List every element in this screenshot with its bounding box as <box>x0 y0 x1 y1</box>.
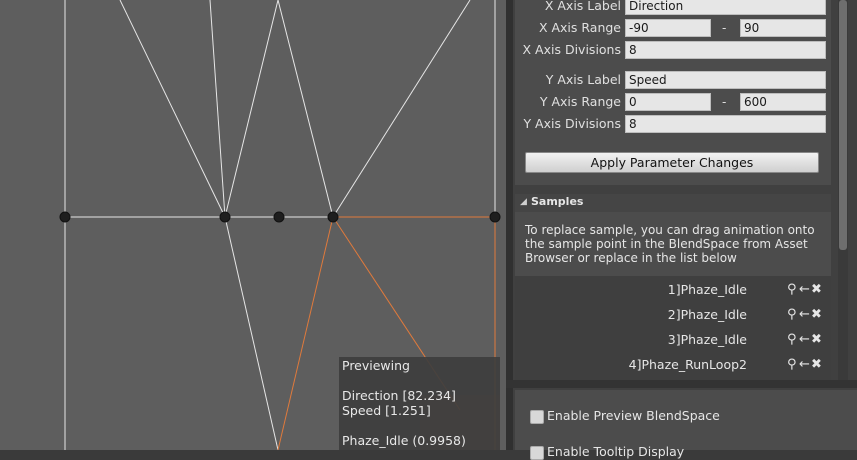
enable-preview-label: Enable Preview BlendSpace <box>547 408 720 423</box>
x-axis-label-input[interactable]: Direction <box>625 0 826 15</box>
x-axis-divisions-row: X Axis Divisions 8 <box>515 40 831 60</box>
x-axis-max-input[interactable]: 90 <box>740 19 826 37</box>
x-axis-range-row: X Axis Range -90 - 90 <box>515 18 831 38</box>
sample-row[interactable]: 3]Phaze_Idle ⚲ ← ✖ <box>515 328 831 353</box>
y-axis-range-row: Y Axis Range 0 - 600 <box>515 92 831 112</box>
sample-row[interactable]: 4]Phaze_RunLoop2 ⚲ ← ✖ <box>515 353 831 378</box>
sample-row[interactable]: 2]Phaze_Idle ⚲ ← ✖ <box>515 303 831 328</box>
samples-header[interactable]: ◢ Samples <box>515 194 831 212</box>
samples-description: To replace sample, you can drag animatio… <box>525 223 815 265</box>
preview-tooltip: Previewing Direction [82.234] Speed [1.2… <box>339 357 500 450</box>
y-axis-divisions-row: Y Axis Divisions 8 <box>515 114 831 134</box>
y-axis-label-row: Y Axis Label Speed <box>515 70 831 90</box>
find-in-browser-icon[interactable]: ⚲ <box>787 307 797 322</box>
collapse-arrow-icon[interactable]: ◢ <box>520 197 527 207</box>
range-separator: - <box>722 95 727 109</box>
remove-sample-icon[interactable]: ✖ <box>811 282 822 297</box>
samples-list: 1]Phaze_Idle ⚲ ← ✖ 2]Phaze_Idle ⚲ ← ✖ 3]… <box>515 276 831 380</box>
sample-point[interactable] <box>489 211 501 223</box>
enable-tooltip-label: Enable Tooltip Display <box>547 444 685 459</box>
remove-sample-icon[interactable]: ✖ <box>811 307 822 322</box>
y-axis-divisions-caption: Y Axis Divisions <box>523 116 621 131</box>
x-axis-label-caption: X Axis Label <box>544 0 621 13</box>
y-axis-label-input[interactable]: Speed <box>625 71 826 89</box>
find-in-browser-icon[interactable]: ⚲ <box>787 282 797 297</box>
apply-parameter-changes-button[interactable]: Apply Parameter Changes <box>525 152 819 173</box>
y-axis-divisions-input[interactable]: 8 <box>625 115 826 133</box>
y-axis-range-caption: Y Axis Range <box>539 94 621 109</box>
preview-direction: Direction [82.234] <box>342 388 456 403</box>
remove-sample-icon[interactable]: ✖ <box>811 357 822 372</box>
use-selected-asset-icon[interactable]: ← <box>799 307 810 322</box>
preview-speed: Speed [1.251] <box>342 403 431 418</box>
find-in-browser-icon[interactable]: ⚲ <box>787 332 797 347</box>
sample-name: 3]Phaze_Idle <box>667 332 747 347</box>
parameters-section: X Axis Label Direction X Axis Range -90 … <box>515 0 831 185</box>
y-axis-max-input[interactable]: 600 <box>740 93 826 111</box>
sample-row[interactable]: 1]Phaze_Idle ⚲ ← ✖ <box>515 278 831 303</box>
enable-tooltip-checkbox[interactable] <box>530 446 544 460</box>
samples-section: ◢ Samples To replace sample, you can dra… <box>515 194 831 380</box>
use-selected-asset-icon[interactable]: ← <box>799 357 810 372</box>
sample-point[interactable] <box>59 211 71 223</box>
preview-title: Previewing <box>342 358 410 373</box>
sample-point[interactable] <box>219 211 231 223</box>
samples-header-label: Samples <box>531 195 584 208</box>
enable-preview-checkbox[interactable] <box>530 410 544 424</box>
sample-name: 4]Phaze_RunLoop2 <box>628 357 747 372</box>
x-axis-range-caption: X Axis Range <box>538 20 621 35</box>
sample-name: 1]Phaze_Idle <box>667 282 747 297</box>
y-axis-min-input[interactable]: 0 <box>625 93 711 111</box>
options-section: Enable Preview BlendSpace Enable Tooltip… <box>515 390 857 460</box>
details-scrollbar-thumb[interactable] <box>839 0 847 250</box>
use-selected-asset-icon[interactable]: ← <box>799 332 810 347</box>
remove-sample-icon[interactable]: ✖ <box>811 332 822 347</box>
x-axis-label-row: X Axis Label Direction <box>515 0 831 16</box>
use-selected-asset-icon[interactable]: ← <box>799 282 810 297</box>
blendspace-grid-panel[interactable]: Previewing Direction [82.234] Speed [1.2… <box>0 0 506 450</box>
sample-name: 2]Phaze_Idle <box>667 307 747 322</box>
x-axis-divisions-input[interactable]: 8 <box>625 41 826 59</box>
sample-point[interactable] <box>273 211 285 223</box>
range-separator: - <box>722 21 727 35</box>
x-axis-min-input[interactable]: -90 <box>625 19 711 37</box>
x-axis-divisions-caption: X Axis Divisions <box>522 42 621 57</box>
find-in-browser-icon[interactable]: ⚲ <box>787 357 797 372</box>
sample-point[interactable] <box>327 211 339 223</box>
y-axis-label-caption: Y Axis Label <box>545 72 621 87</box>
section-splitter[interactable] <box>506 380 857 388</box>
preview-sample-weight: Phaze_Idle (0.9958) <box>342 433 466 448</box>
